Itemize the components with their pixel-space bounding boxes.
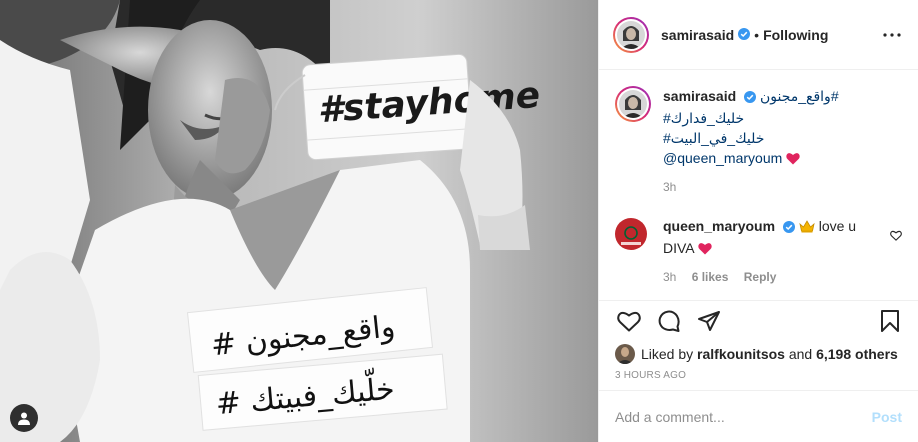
author-username[interactable]: samirasaid: [661, 27, 734, 43]
caption-author[interactable]: samirasaid: [663, 88, 736, 104]
mention-link[interactable]: @queen_maryoum: [663, 150, 782, 166]
hashtag-link[interactable]: #خليك_فدارك: [663, 110, 744, 126]
likes-summary: Liked by ralfkounitsos and 6,198 others: [599, 340, 918, 368]
author-avatar[interactable]: [613, 16, 649, 53]
likes-and: and: [788, 346, 813, 362]
comment-item: queen_maryoum love u DIVA 3h 6 likes Rep…: [615, 216, 902, 284]
red-heart-emoji: [786, 150, 800, 166]
comment-input[interactable]: [615, 408, 872, 425]
comment-icon[interactable]: [649, 301, 689, 341]
instagram-post: #stayhome # واقع_مجنون # خلّيك_فبيتك sam…: [0, 0, 918, 442]
add-comment-bar: Post: [599, 390, 918, 442]
tag-user-icon[interactable]: [10, 404, 38, 432]
hashtag-link[interactable]: واقع_مجنون#: [760, 88, 839, 104]
comment-likes[interactable]: 6 likes: [692, 270, 729, 284]
heart-icon[interactable]: [609, 301, 649, 341]
action-bar: [599, 300, 918, 340]
crown-emoji: [799, 218, 819, 234]
post-sidebar: samirasaid • Following samirasaid واقع_م…: [598, 0, 918, 442]
share-icon[interactable]: [689, 301, 729, 341]
red-heart-emoji: [698, 240, 712, 256]
post-photo[interactable]: #stayhome # واقع_مجنون # خلّيك_فبيتك: [0, 0, 598, 442]
more-icon[interactable]: [880, 23, 904, 47]
verified-icon: [738, 27, 751, 43]
following-button[interactable]: Following: [763, 27, 828, 43]
photo-illustration: #stayhome # واقع_مجنون # خلّيك_فبيتك: [0, 0, 598, 442]
liked-by-text: Liked by: [641, 346, 694, 362]
post-comment-button[interactable]: Post: [872, 409, 902, 425]
separator-dot: •: [754, 26, 760, 43]
caption: samirasaid واقع_مجنون# #خليك_فدارك #خليك…: [615, 86, 902, 194]
post-header: samirasaid • Following: [599, 0, 918, 70]
save-icon[interactable]: [870, 301, 910, 341]
verified-icon: [744, 88, 757, 108]
comment-text: love u: [818, 218, 857, 234]
verified-icon: [782, 218, 795, 238]
commenter-username[interactable]: queen_maryoum: [663, 218, 775, 234]
liker-username[interactable]: ralfkounitsos: [697, 346, 785, 362]
likes-count[interactable]: 6,198 others: [816, 346, 898, 362]
post-timestamp[interactable]: 3 HOURS AGO: [599, 368, 918, 390]
liker-avatar[interactable]: [615, 344, 635, 364]
comments-section: samirasaid واقع_مجنون# #خليك_فدارك #خليك…: [599, 70, 918, 300]
comment-text-line2: DIVA: [663, 240, 694, 256]
comment-time[interactable]: 3h: [663, 270, 676, 284]
comment-like-heart-icon[interactable]: [890, 228, 902, 244]
commenter-avatar[interactable]: [615, 218, 647, 250]
caption-author-avatar[interactable]: [615, 86, 651, 122]
hashtag-link[interactable]: #خليك_في_البيت: [663, 130, 764, 146]
reply-button[interactable]: Reply: [744, 270, 777, 284]
caption-time[interactable]: 3h: [663, 180, 676, 194]
